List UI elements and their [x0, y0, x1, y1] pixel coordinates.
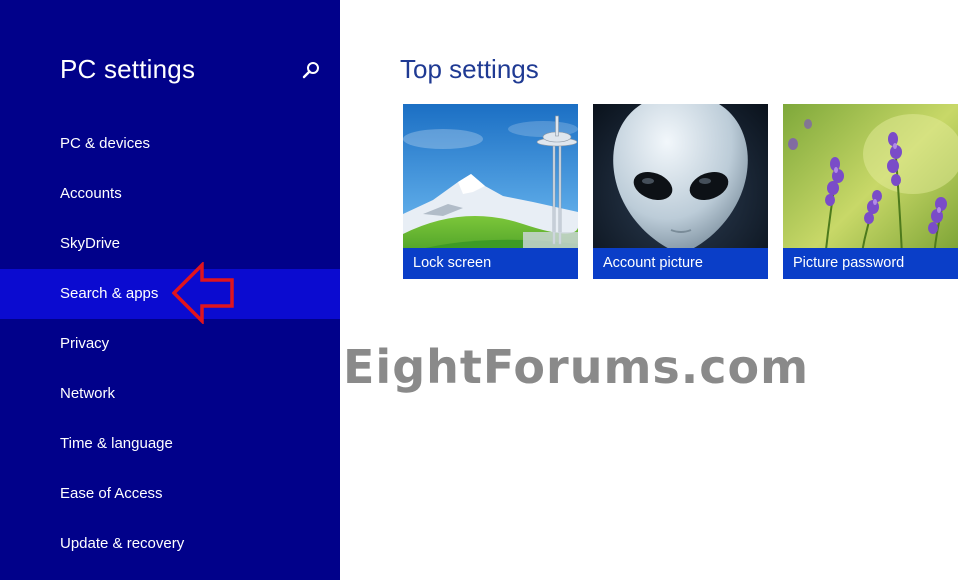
tile-account-picture[interactable]: Account picture — [593, 104, 768, 279]
nav-item-label: Privacy — [60, 335, 110, 352]
nav-item-label: Time & language — [60, 435, 173, 452]
settings-sidebar: PC settings PC & devices Accounts SkyDri… — [0, 0, 340, 580]
nav-item-update-recovery[interactable]: Update & recovery — [0, 519, 340, 569]
search-icon — [302, 62, 319, 79]
tile-picture-password[interactable]: Picture password — [783, 104, 958, 279]
nav-item-network[interactable]: Network — [0, 369, 340, 419]
tile-lock-screen[interactable]: Lock screen — [403, 104, 578, 279]
nav-item-label: PC & devices — [60, 135, 151, 152]
nav-item-privacy[interactable]: Privacy — [0, 319, 340, 369]
nav-item-label: Update & recovery — [60, 535, 185, 552]
settings-nav: PC & devices Accounts SkyDrive Search & … — [0, 119, 340, 569]
tile-caption: Account picture — [593, 248, 768, 279]
nav-item-search-apps[interactable]: Search & apps — [0, 269, 340, 319]
nav-item-pc-devices[interactable]: PC & devices — [0, 119, 340, 169]
nav-item-skydrive[interactable]: SkyDrive — [0, 219, 340, 269]
tile-caption: Picture password — [783, 248, 958, 279]
nav-item-time-language[interactable]: Time & language — [0, 419, 340, 469]
left-arrow-annotation-icon — [172, 262, 234, 324]
watermark-text: EightForums.com — [343, 340, 810, 394]
nav-item-ease-of-access[interactable]: Ease of Access — [0, 469, 340, 519]
nav-item-label: Search & apps — [60, 285, 159, 302]
nav-item-label: Accounts — [60, 185, 122, 202]
sidebar-title: PC settings — [60, 54, 196, 84]
page-title: Top settings — [400, 54, 539, 84]
search-button[interactable] — [300, 60, 322, 82]
nav-item-label: SkyDrive — [60, 235, 121, 252]
nav-item-label: Network — [60, 385, 116, 402]
tile-caption: Lock screen — [403, 248, 578, 279]
nav-item-label: Ease of Access — [60, 485, 163, 502]
nav-item-accounts[interactable]: Accounts — [0, 169, 340, 219]
